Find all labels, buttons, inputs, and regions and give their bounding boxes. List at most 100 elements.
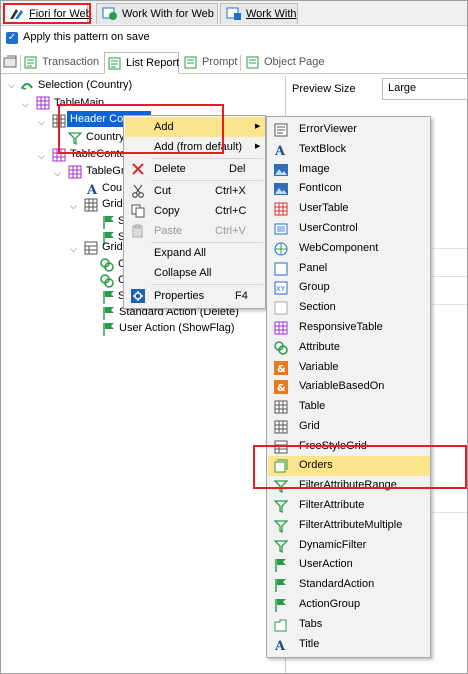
- submenu-item-group[interactable]: XY Group: [268, 278, 430, 298]
- submenu-item-errorviewer[interactable]: ErrorViewer: [268, 120, 430, 140]
- submenu-item-label: UserControl: [299, 222, 358, 234]
- submenu-item-panel[interactable]: Panel: [268, 259, 430, 279]
- tab-work-with[interactable]: Work With: [220, 3, 298, 24]
- submenu-item-label: FontIcon: [299, 182, 342, 194]
- submenu-item-useraction[interactable]: UserAction: [268, 555, 430, 575]
- collapse-arrow[interactable]: ⌵: [38, 117, 45, 128]
- section-icon: [274, 301, 288, 315]
- tab-label: Prompt: [202, 56, 238, 68]
- submenu-item-tabs[interactable]: Tabs: [268, 615, 430, 635]
- submenu-item-image[interactable]: Image: [268, 160, 430, 180]
- submenu-item-label: StandardAction: [299, 578, 375, 590]
- apply-pattern-label: Apply this pattern on save: [23, 31, 150, 43]
- menu-item-copy[interactable]: Copy Ctrl+C: [125, 201, 265, 221]
- menu-item-label: Delete: [154, 163, 186, 175]
- preview-size-select[interactable]: Large: [382, 78, 468, 100]
- submenu-item-attribute[interactable]: Attribute: [268, 338, 430, 358]
- submenu-item-standardaction[interactable]: StandardAction: [268, 575, 430, 595]
- annotation-box-tab: [3, 3, 91, 24]
- annotation-box-add: [58, 104, 224, 154]
- submenu-item-usertable[interactable]: UserTable: [268, 199, 430, 219]
- tab-object-page[interactable]: Object Page: [243, 52, 327, 74]
- submenu-item-textblock[interactable]: A TextBlock: [268, 140, 430, 160]
- submenu-item-table[interactable]: Table: [268, 397, 430, 417]
- menu-item-cut[interactable]: Cut Ctrl+X: [125, 181, 265, 201]
- flag-icon: [274, 578, 288, 592]
- svg-text:A: A: [274, 144, 286, 157]
- attribute-set-icon: [100, 274, 114, 288]
- submenu-item-label: Attribute: [299, 341, 340, 353]
- tab-label: Object Page: [264, 56, 325, 68]
- usertable-icon: [274, 202, 288, 216]
- submenu-item-label: UserAction: [299, 558, 353, 570]
- svg-text:A: A: [274, 639, 286, 652]
- apply-pattern-checkbox[interactable]: ✓: [6, 32, 18, 44]
- tab-label: Transaction: [42, 56, 100, 68]
- submenu-item-variable[interactable]: & Variable: [268, 358, 430, 378]
- action-icon: [102, 306, 116, 320]
- sub-tab-menu-icon[interactable]: [3, 54, 19, 70]
- tree-node-grid[interactable]: Grid: [102, 195, 123, 213]
- tab-list-report[interactable]: List Report: [104, 52, 179, 74]
- submenu-item-label: FilterAttribute: [299, 499, 365, 511]
- collapse-arrow[interactable]: ⌵: [54, 168, 61, 179]
- action-icon: [102, 290, 116, 304]
- grid-icon: [274, 420, 288, 434]
- tab-prompt[interactable]: Prompt: [181, 52, 239, 74]
- error-viewer-icon: [274, 123, 288, 137]
- collapse-arrow[interactable]: ⌵: [70, 201, 77, 212]
- submenu-item-label: FilterAttributeMultiple: [299, 519, 403, 531]
- collapse-arrow[interactable]: ⌵: [70, 244, 77, 255]
- attribute-icon: [274, 341, 288, 355]
- submenu-item-label: Image: [299, 163, 330, 175]
- submenu-item-fonticon[interactable]: FontIcon: [268, 179, 430, 199]
- submenu-item-filterattributemultiple[interactable]: FilterAttributeMultiple: [268, 516, 430, 536]
- tabs-icon: [274, 618, 288, 632]
- submenu-item-label: UserTable: [299, 202, 349, 214]
- submenu-item-label: Tabs: [299, 618, 323, 630]
- menu-item-label: Paste: [154, 225, 183, 237]
- variable-icon: &: [274, 380, 288, 394]
- submenu-item-webcomponent[interactable]: WebComponent: [268, 239, 430, 259]
- submenu-item-usercontrol[interactable]: UserControl: [268, 219, 430, 239]
- tree-node-grid2[interactable]: Grid: [102, 238, 123, 256]
- menu-item-label: Copy: [154, 205, 180, 217]
- tab-transaction[interactable]: Transaction: [21, 52, 103, 74]
- submenu-item-grid[interactable]: Grid: [268, 417, 430, 437]
- workwith-web-icon: [102, 7, 118, 21]
- add-submenu: ErrorViewer A TextBlock Image FontIcon U…: [266, 116, 431, 658]
- menu-item-paste[interactable]: Paste Ctrl+V: [125, 221, 265, 241]
- menu-item-collapse-all[interactable]: Collapse All: [125, 263, 265, 283]
- submenu-item-label: ResponsiveTable: [299, 321, 383, 333]
- submenu-item-variablebasedon[interactable]: & VariableBasedOn: [268, 377, 430, 397]
- submenu-item-label: Title: [299, 638, 320, 650]
- tree-node-tablegrid[interactable]: TableGr: [86, 162, 125, 180]
- menu-separator: [151, 284, 263, 285]
- tab-work-with-for-web[interactable]: Work With for Web: [96, 3, 218, 24]
- menu-item-delete[interactable]: Delete Del: [125, 159, 265, 179]
- submenu-item-filterattribute[interactable]: FilterAttribute: [268, 496, 430, 516]
- submenu-item-label: ErrorViewer: [299, 123, 357, 135]
- tab-label: Work With: [246, 8, 297, 20]
- submenu-item-label: VariableBasedOn: [299, 380, 385, 392]
- usercontrol-icon: [274, 222, 288, 236]
- collapse-arrow[interactable]: ⌵: [8, 80, 15, 91]
- collapse-arrow[interactable]: ⌵: [22, 99, 29, 110]
- tab-label: Work With for Web: [122, 8, 214, 20]
- submenu-item-title[interactable]: A Title: [268, 635, 430, 655]
- tree-node-selection[interactable]: Selection (Country): [38, 76, 132, 94]
- delete-icon: [131, 162, 145, 176]
- submenu-item-responsivetable[interactable]: ResponsiveTable: [268, 318, 430, 338]
- collapse-arrow[interactable]: ⌵: [38, 151, 45, 162]
- submenu-item-section[interactable]: Section: [268, 298, 430, 318]
- menu-item-properties[interactable]: Properties F4: [125, 286, 265, 306]
- tree-node-user-action[interactable]: User Action (ShowFlag): [119, 319, 235, 337]
- submenu-item-actiongroup[interactable]: ActionGroup: [268, 595, 430, 615]
- list-report-icon: [108, 57, 122, 70]
- submenu-item-label: Grid: [299, 420, 320, 432]
- submenu-item-dynamicfilter[interactable]: DynamicFilter: [268, 536, 430, 556]
- menu-item-expand-all[interactable]: Expand All: [125, 243, 265, 263]
- prompt-icon: [184, 56, 198, 69]
- table-icon: [36, 96, 50, 110]
- flag-icon: [274, 558, 288, 572]
